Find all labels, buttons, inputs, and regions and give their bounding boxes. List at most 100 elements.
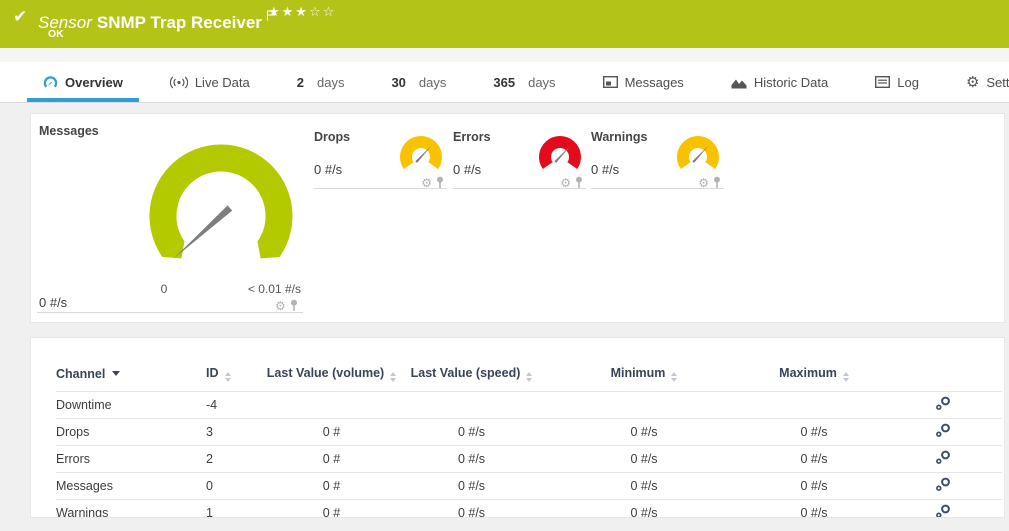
gear-icon[interactable]: ⚙ [421, 177, 432, 189]
table-row-drops[interactable]: Drops 3 0 # 0 #/s 0 #/s 0 #/s [56, 419, 1002, 446]
cell-channel[interactable]: Errors [56, 446, 206, 473]
channel-settings-gears-icon[interactable] [935, 477, 951, 492]
cell-min: 0 #/s [544, 419, 744, 446]
channel-settings-gears-icon[interactable] [935, 504, 951, 518]
pin-icon[interactable] [574, 176, 584, 189]
drops-gauge-label: Drops [314, 130, 350, 144]
drops-gauge-actions: ⚙ [421, 176, 445, 189]
primary-gauge[interactable] [141, 136, 301, 296]
channel-settings-gears-icon[interactable] [935, 396, 951, 411]
sensor-title-name: SNMP Trap Receiver [97, 13, 262, 32]
cell-id: 3 [206, 419, 264, 446]
cell-max: 0 #/s [744, 473, 884, 500]
drops-gauge[interactable] [397, 132, 445, 180]
cell-min [544, 392, 744, 419]
cell-max: 0 #/s [744, 446, 884, 473]
cell-channel[interactable]: Downtime [56, 392, 206, 419]
cell-volume: 0 # [264, 419, 399, 446]
table-row-warnings[interactable]: Warnings 1 0 # 0 #/s 0 #/s 0 #/s [56, 500, 1002, 519]
primary-gauge-value: 0 #/s [39, 295, 67, 310]
tab-2-days-number: 2 [297, 75, 304, 90]
cell-max: 0 #/s [744, 500, 884, 519]
tab-2-days-unit: days [317, 75, 344, 90]
tab-historic-data[interactable]: Historic Data [715, 62, 844, 102]
cell-volume: 0 # [264, 500, 399, 519]
primary-gauge-label: Messages [39, 124, 99, 138]
tab-365-days-unit: days [528, 75, 555, 90]
live-data-icon [170, 76, 188, 89]
cell-channel[interactable]: Drops [56, 419, 206, 446]
cell-id: 1 [206, 500, 264, 519]
gear-icon[interactable]: ⚙ [560, 177, 571, 189]
sort-icon [390, 372, 396, 382]
cell-volume: 0 # [264, 473, 399, 500]
tab-messages[interactable]: Messages [587, 62, 700, 102]
cell-channel[interactable]: Warnings [56, 500, 206, 519]
tab-overview[interactable]: Overview [27, 62, 139, 102]
cell-id: 0 [206, 473, 264, 500]
gear-icon[interactable]: ⚙ [698, 177, 709, 189]
warnings-gauge-label: Warnings [591, 130, 647, 144]
primary-gauge-actions: ⚙ [275, 299, 299, 312]
cell-speed: 0 #/s [399, 419, 544, 446]
table-header-row: Channel ID Last Value (volume) Last Valu… [56, 366, 1002, 392]
priority-stars[interactable]: ★★★☆☆ [268, 4, 336, 20]
column-header-actions [884, 366, 1002, 392]
table-row-errors[interactable]: Errors 2 0 # 0 #/s 0 #/s 0 #/s [56, 446, 1002, 473]
primary-gauge-scale-min: 0 [149, 282, 179, 296]
cell-min: 0 #/s [544, 473, 744, 500]
cell-id: -4 [206, 392, 264, 419]
status-check-icon: ✔ [13, 7, 27, 27]
channel-settings-gears-icon[interactable] [935, 423, 951, 438]
column-header-last-value-volume[interactable]: Last Value (volume) [264, 366, 399, 392]
settings-gear-icon: ⚙ [966, 75, 979, 90]
tab-30-days-number: 30 [391, 75, 405, 90]
table-row-messages[interactable]: Messages 0 0 # 0 #/s 0 #/s 0 #/s [56, 473, 1002, 500]
channel-settings-gears-icon[interactable] [935, 450, 951, 465]
column-header-minimum[interactable]: Minimum [544, 366, 744, 392]
divider [37, 312, 303, 313]
tab-30-days[interactable]: 30 days [375, 62, 462, 102]
warnings-gauge-value: 0 #/s [591, 162, 619, 177]
cell-speed: 0 #/s [399, 446, 544, 473]
tab-overview-label: Overview [65, 75, 123, 90]
status-badge: OK [48, 28, 64, 40]
errors-gauge[interactable] [536, 132, 584, 180]
historic-data-icon [731, 76, 747, 89]
tab-live-data-label: Live Data [195, 75, 250, 90]
column-header-maximum[interactable]: Maximum [744, 366, 884, 392]
tab-live-data[interactable]: Live Data [154, 62, 266, 102]
table-row-downtime[interactable]: Downtime -4 [56, 392, 1002, 419]
column-header-last-value-speed[interactable]: Last Value (speed) [399, 366, 544, 392]
column-header-id[interactable]: ID [206, 366, 264, 392]
tab-2-days[interactable]: 2 days [281, 62, 361, 102]
sensor-title-prefix: Sensor [38, 13, 92, 32]
errors-gauge-label: Errors [453, 130, 491, 144]
tab-settings-label: Settings [986, 75, 1009, 90]
tab-30-days-unit: days [419, 75, 446, 90]
log-icon [875, 76, 890, 88]
cell-max [744, 392, 884, 419]
pin-icon[interactable] [435, 176, 445, 189]
errors-gauge-actions: ⚙ [560, 176, 584, 189]
tab-365-days-number: 365 [493, 75, 515, 90]
tab-settings[interactable]: ⚙ Settings [950, 62, 1009, 102]
cell-max: 0 #/s [744, 419, 884, 446]
cell-speed: 0 #/s [399, 500, 544, 519]
gear-icon[interactable]: ⚙ [275, 300, 286, 312]
page-title: Sensor SNMP Trap Receiver [38, 6, 276, 33]
column-header-channel[interactable]: Channel [56, 366, 206, 392]
gauge-needle [173, 205, 232, 258]
gauge-block-warnings: Warnings 0 #/s ⚙ [591, 114, 724, 324]
cell-channel[interactable]: Messages [56, 473, 206, 500]
tab-log-label: Log [897, 75, 919, 90]
messages-icon [603, 76, 618, 88]
warnings-gauge[interactable] [674, 132, 722, 180]
tab-bar: Overview Live Data 2days 30days 365days … [0, 62, 1009, 103]
errors-gauge-value: 0 #/s [453, 162, 481, 177]
tab-365-days[interactable]: 365 days [477, 62, 571, 102]
pin-icon[interactable] [289, 299, 299, 312]
pin-icon[interactable] [712, 176, 722, 189]
tab-log[interactable]: Log [859, 62, 935, 102]
gauge-block-errors: Errors 0 #/s ⚙ [453, 114, 586, 324]
